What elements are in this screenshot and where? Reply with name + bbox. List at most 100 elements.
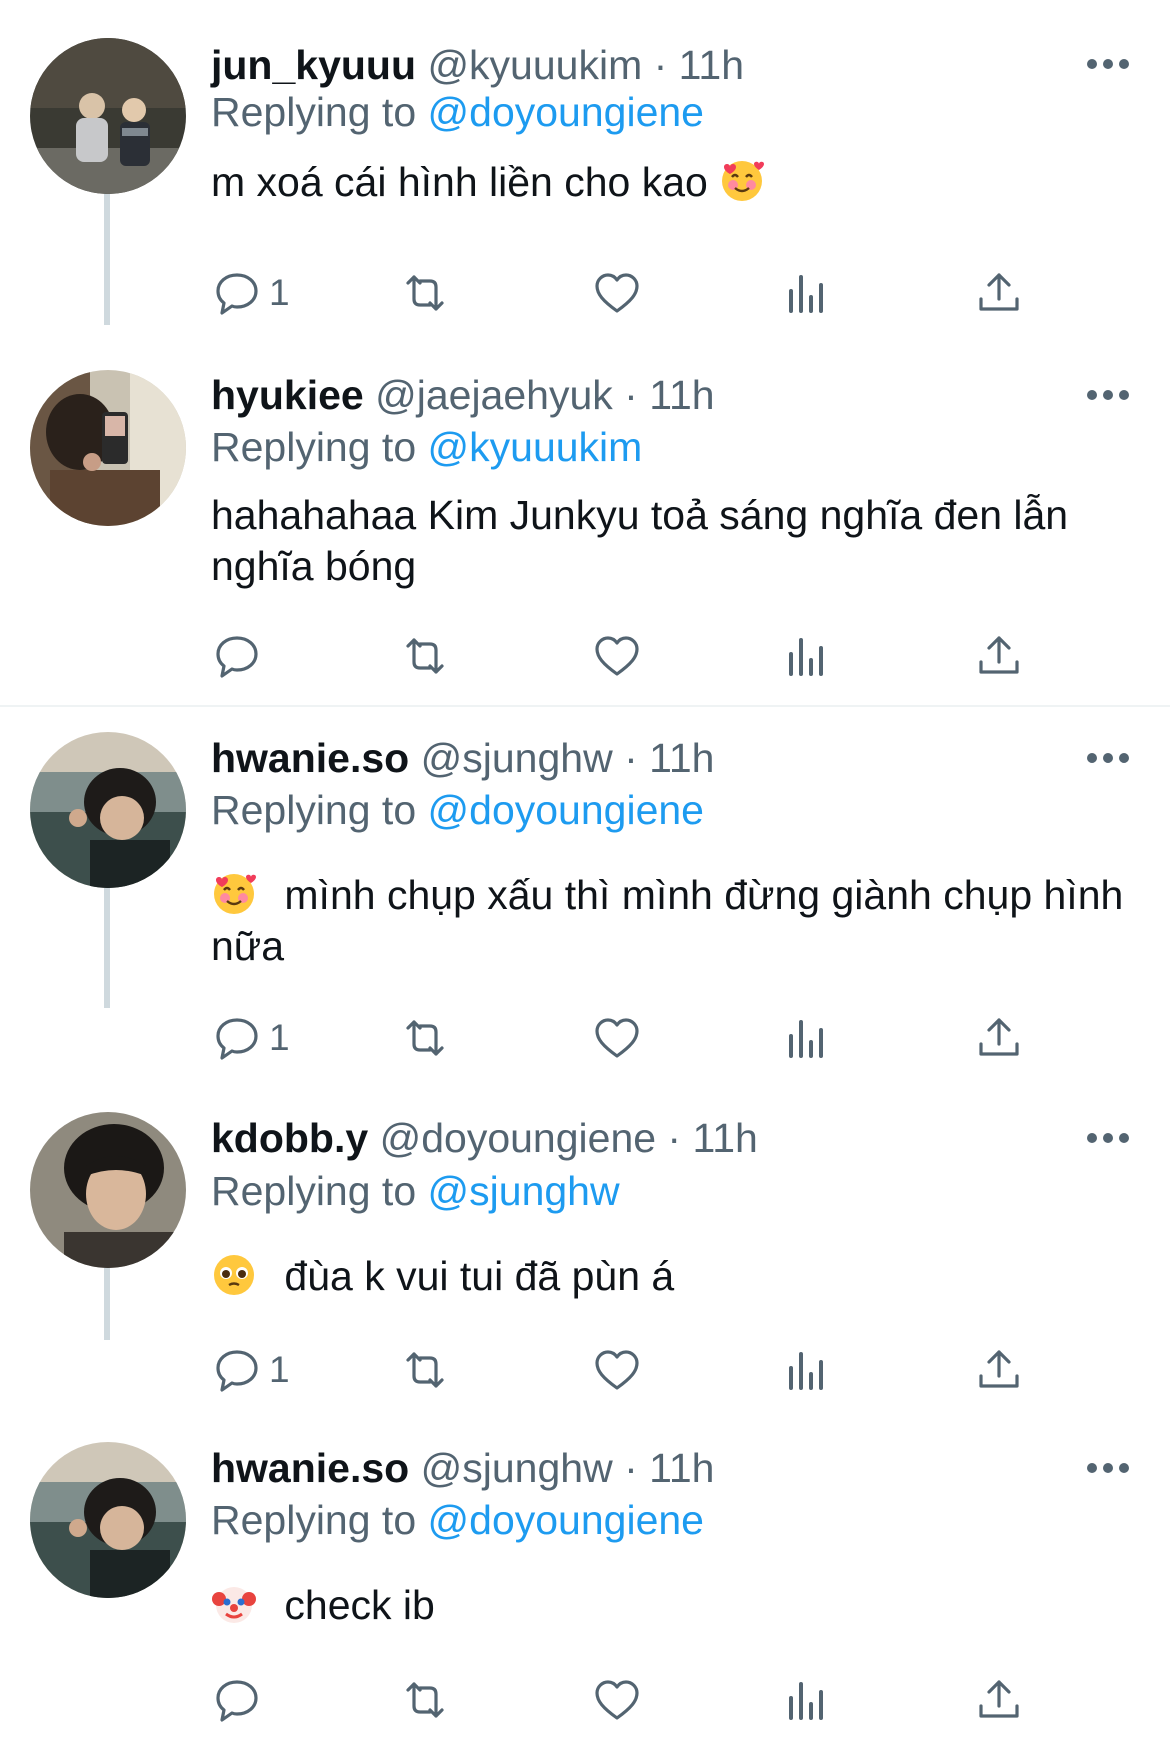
- share-upload-icon: [979, 1350, 1019, 1388]
- tweet-text-content: check ib: [284, 1582, 435, 1628]
- smiling-face-with-hearts-icon: [211, 871, 257, 917]
- handle-and-time: @doyoungiene · 11h: [379, 1115, 758, 1161]
- reply-button[interactable]: 1: [211, 1342, 290, 1398]
- tweet-actions: [211, 1672, 1111, 1728]
- views-button[interactable]: [781, 1672, 833, 1728]
- tweet-header: jun_kyuuu @kyuuukim · 11h: [211, 42, 744, 88]
- views-button[interactable]: [781, 628, 833, 684]
- tweet-text: đùa k vui tui đã pùn á: [211, 1251, 1131, 1302]
- share-button[interactable]: [973, 265, 1025, 321]
- reply-button[interactable]: 1: [211, 265, 290, 321]
- replying-label: Replying to: [211, 1497, 417, 1543]
- replying-handle-link[interactable]: @sjunghw: [428, 1168, 620, 1214]
- avatar[interactable]: [30, 1112, 186, 1268]
- reply-count: 1: [269, 1017, 290, 1058]
- like-button[interactable]: [591, 1342, 643, 1398]
- retweet-icon: [406, 638, 444, 674]
- share-button[interactable]: [973, 1342, 1025, 1398]
- replying-label: Replying to: [211, 1168, 417, 1214]
- like-button[interactable]: [591, 1672, 643, 1728]
- tweet-actions: [211, 628, 1111, 684]
- views-chart-icon: [789, 638, 823, 676]
- avatar[interactable]: [30, 732, 186, 888]
- share-upload-icon: [979, 636, 1019, 674]
- smiling-face-with-hearts-icon: [719, 158, 765, 204]
- more-horizontal-icon[interactable]: [1086, 748, 1130, 768]
- like-button[interactable]: [591, 265, 643, 321]
- reply-button[interactable]: [211, 1672, 269, 1728]
- heart-icon: [595, 636, 639, 676]
- retweet-button[interactable]: [399, 1010, 451, 1066]
- tweet-text: m xoá cái hình liền cho kao: [211, 157, 1131, 208]
- display-name[interactable]: hwanie.so: [211, 1445, 409, 1491]
- replying-handle-link[interactable]: @doyoungiene: [428, 89, 704, 135]
- views-button[interactable]: [781, 1010, 833, 1066]
- retweet-button[interactable]: [399, 628, 451, 684]
- share-button[interactable]: [973, 1010, 1025, 1066]
- reply-bubble-icon: [216, 1018, 258, 1060]
- tweet-header: hyukiee @jaejaehyuk · 11h: [211, 372, 715, 418]
- tweet-actions: 1: [211, 265, 1111, 321]
- display-name[interactable]: jun_kyuuu: [211, 42, 416, 88]
- reply-button[interactable]: 1: [211, 1010, 290, 1066]
- avatar[interactable]: [30, 370, 186, 526]
- replying-handle-link[interactable]: @kyuuukim: [428, 424, 643, 470]
- views-chart-icon: [789, 1682, 823, 1720]
- display-name[interactable]: hwanie.so: [211, 735, 409, 781]
- pleading-face-icon: [211, 1252, 257, 1298]
- more-horizontal-icon[interactable]: [1086, 54, 1130, 74]
- retweet-button[interactable]: [399, 265, 451, 321]
- retweet-icon: [406, 1352, 444, 1388]
- tweet-text-content: đùa k vui tui đã pùn á: [284, 1253, 675, 1299]
- views-chart-icon: [789, 1020, 823, 1058]
- handle-and-time: @kyuuukim · 11h: [427, 42, 745, 88]
- replying-handle-link[interactable]: @doyoungiene: [428, 787, 704, 833]
- more-horizontal-icon[interactable]: [1086, 385, 1130, 405]
- retweet-button[interactable]: [399, 1342, 451, 1398]
- tweet-actions: 1: [211, 1342, 1111, 1398]
- display-name[interactable]: hyukiee: [211, 372, 364, 418]
- retweet-icon: [406, 275, 444, 311]
- display-name[interactable]: kdobb.y: [211, 1115, 368, 1161]
- views-chart-icon: [789, 275, 823, 313]
- avatar[interactable]: [30, 1442, 186, 1598]
- share-button[interactable]: [973, 628, 1025, 684]
- retweet-icon: [406, 1020, 444, 1056]
- reply-bubble-icon: [216, 273, 258, 315]
- share-button[interactable]: [973, 1672, 1025, 1728]
- share-upload-icon: [979, 1680, 1019, 1718]
- reply-button[interactable]: [211, 628, 269, 684]
- tweet-text: mình chụp xấu thì mình đừng giành chụp h…: [211, 870, 1131, 972]
- handle-and-time: @sjunghw · 11h: [420, 735, 715, 781]
- handle-and-time: @jaejaehyuk · 11h: [375, 372, 715, 418]
- reply-count: 1: [269, 1349, 290, 1390]
- avatar[interactable]: [30, 38, 186, 194]
- thread-separator: [0, 705, 1170, 707]
- like-button[interactable]: [591, 628, 643, 684]
- replying-to: Replying to @doyoungiene: [211, 1497, 704, 1543]
- more-horizontal-icon[interactable]: [1086, 1458, 1130, 1478]
- more-horizontal-icon[interactable]: [1086, 1128, 1130, 1148]
- replying-label: Replying to: [211, 89, 417, 135]
- views-button[interactable]: [781, 265, 833, 321]
- views-button[interactable]: [781, 1342, 833, 1398]
- reply-bubble-icon: [216, 636, 258, 678]
- replying-handle-link[interactable]: @doyoungiene: [428, 1497, 704, 1543]
- tweet-text-content: hahahahaa Kim Junkyu toả sáng nghĩa đen …: [211, 492, 1069, 589]
- tweet-text-content: mình chụp xấu thì mình đừng giành chụp h…: [211, 872, 1124, 969]
- like-button[interactable]: [591, 1010, 643, 1066]
- tweet-header: hwanie.so @sjunghw · 11h: [211, 1445, 714, 1491]
- replying-label: Replying to: [211, 787, 417, 833]
- heart-icon: [595, 1018, 639, 1058]
- thread-connector-line: [104, 185, 110, 325]
- tweet-text: hahahahaa Kim Junkyu toả sáng nghĩa đen …: [211, 490, 1131, 592]
- tweet-header: hwanie.so @sjunghw · 11h: [211, 735, 714, 781]
- tweet-actions: 1: [211, 1010, 1111, 1066]
- retweet-button[interactable]: [399, 1672, 451, 1728]
- handle-and-time: @sjunghw · 11h: [420, 1445, 715, 1491]
- replying-to: Replying to @doyoungiene: [211, 787, 704, 833]
- heart-icon: [595, 1680, 639, 1720]
- replying-to: Replying to @doyoungiene: [211, 89, 704, 135]
- views-chart-icon: [789, 1352, 823, 1390]
- heart-icon: [595, 273, 639, 313]
